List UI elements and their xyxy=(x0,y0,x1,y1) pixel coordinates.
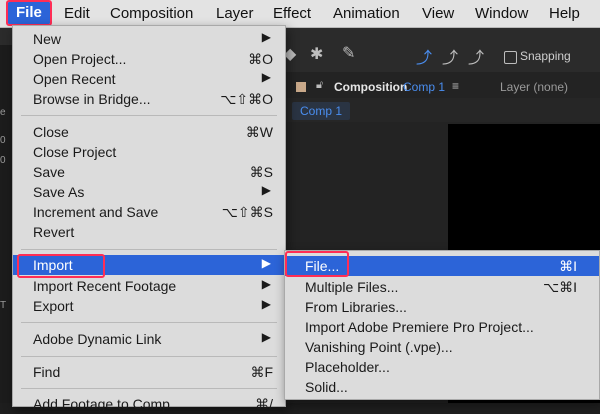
menu-item-shortcut: ⌘W xyxy=(245,124,273,140)
menu-item-find[interactable]: Find ⌘F xyxy=(13,362,285,382)
submenu-item-label: File... xyxy=(305,258,340,274)
menu-item-label: Save As xyxy=(33,184,85,200)
menu-separator xyxy=(21,249,277,250)
submenu-item-label: Vanishing Point (.vpe)... xyxy=(305,339,453,355)
submenu-arrow-icon: ▶ xyxy=(261,297,271,311)
menu-view[interactable]: View xyxy=(422,4,454,23)
menu-item-label: Import xyxy=(33,257,73,273)
menu-file[interactable]: File xyxy=(6,0,52,26)
menu-item-close-project[interactable]: Close Project xyxy=(13,142,285,162)
menu-window[interactable]: Window xyxy=(475,4,528,23)
menu-item-label: Close Project xyxy=(33,144,117,160)
menu-item-label: Browse in Bridge... xyxy=(33,91,151,107)
menu-item-shortcut: ⌥⇧⌘S xyxy=(221,204,273,220)
menu-separator xyxy=(21,115,277,116)
menu-item-open-recent[interactable]: Open Recent ▶ xyxy=(13,69,285,89)
menu-item-shortcut: ⌘O xyxy=(248,51,273,67)
menu-item-shortcut: ⌘F xyxy=(250,364,273,380)
menu-item-new[interactable]: New ▶ xyxy=(13,29,285,49)
layer-panel-tab[interactable]: Layer (none) xyxy=(500,80,568,94)
submenu-arrow-icon: ▶ xyxy=(261,30,271,44)
menu-item-save[interactable]: Save ⌘S xyxy=(13,162,285,182)
puppet-pin-icon[interactable]: ✱ xyxy=(310,44,323,64)
local-axis-icon[interactable]: ⤴ xyxy=(416,44,432,68)
submenu-item-label: Multiple Files... xyxy=(305,279,399,295)
menu-item-export[interactable]: Export ▶ xyxy=(13,296,285,316)
submenu-item-multiple-files[interactable]: Multiple Files... ⌥⌘I xyxy=(285,277,599,297)
submenu-arrow-icon: ▶ xyxy=(261,70,271,84)
file-menu: New ▶ Open Project... ⌘O Open Recent ▶ B… xyxy=(12,25,286,412)
menu-item-close[interactable]: Close ⌘W xyxy=(13,122,285,142)
menu-item-browse-in-bridge[interactable]: Browse in Bridge... ⌥⇧⌘O xyxy=(13,89,285,109)
menu-edit[interactable]: Edit xyxy=(64,4,90,23)
menu-item-label: Close xyxy=(33,124,69,140)
submenu-item-solid[interactable]: Solid... xyxy=(285,377,599,397)
menu-help[interactable]: Help xyxy=(549,4,580,23)
submenu-item-label: Solid... xyxy=(305,379,348,395)
menu-item-label: Find xyxy=(33,364,61,380)
panel-menu-icon[interactable]: ≡ xyxy=(452,79,459,93)
submenu-item-label: Import Adobe Premiere Pro Project... xyxy=(305,319,534,335)
menu-item-label: Import Recent Footage xyxy=(33,278,177,294)
composition-name: Comp 1 xyxy=(403,80,446,94)
menu-item-import[interactable]: Import ▶ xyxy=(13,255,285,275)
lock-icon[interactable]: 🔓︎ xyxy=(316,79,323,92)
submenu-item-shortcut: ⌘I xyxy=(559,258,577,274)
menu-item-shortcut: ⌥⇧⌘O xyxy=(220,91,273,107)
comp-tab[interactable]: Comp 1 xyxy=(292,102,351,120)
submenu-arrow-icon: ▶ xyxy=(261,330,271,344)
snapping-checkbox[interactable] xyxy=(504,51,517,64)
menu-item-add-footage-to-comp[interactable]: Add Footage to Comp ⌘/ xyxy=(13,394,285,414)
menu-composition[interactable]: Composition xyxy=(110,4,193,23)
submenu-arrow-icon: ▶ xyxy=(261,256,271,270)
snapping-label: Snapping xyxy=(520,49,571,63)
pin-icon[interactable]: ✎ xyxy=(342,43,355,63)
submenu-arrow-icon: ▶ xyxy=(261,183,271,197)
project-panel-edge: e 0 0 T xyxy=(0,45,12,403)
comp-color-swatch xyxy=(296,82,306,92)
submenu-item-placeholder[interactable]: Placeholder... xyxy=(285,357,599,377)
menu-item-label: New xyxy=(33,31,62,47)
menu-item-label: Export xyxy=(33,298,74,314)
menu-item-adobe-dynamic-link[interactable]: Adobe Dynamic Link ▶ xyxy=(13,329,285,349)
menu-separator xyxy=(21,356,277,357)
menu-item-shortcut: ⌘/ xyxy=(255,396,273,412)
submenu-item-vanishing-point[interactable]: Vanishing Point (.vpe)... xyxy=(285,337,599,357)
composition-panel-title: Composition xyxy=(334,80,408,94)
menu-item-import-recent-footage[interactable]: Import Recent Footage ▶ xyxy=(13,276,285,296)
menu-item-increment-and-save[interactable]: Increment and Save ⌥⇧⌘S xyxy=(13,202,285,222)
submenu-item-file[interactable]: File... ⌘I xyxy=(285,256,599,276)
menu-separator xyxy=(21,388,277,389)
submenu-item-import-premiere-project[interactable]: Import Adobe Premiere Pro Project... xyxy=(285,317,599,337)
submenu-item-label: Placeholder... xyxy=(305,359,390,375)
menu-item-shortcut: ⌘S xyxy=(249,164,273,180)
menu-effect[interactable]: Effect xyxy=(273,4,311,23)
menu-item-open-project[interactable]: Open Project... ⌘O xyxy=(13,49,285,69)
menu-separator xyxy=(21,322,277,323)
menu-layer[interactable]: Layer xyxy=(216,4,254,23)
submenu-item-label: From Libraries... xyxy=(305,299,407,315)
import-submenu: File... ⌘I Multiple Files... ⌥⌘I From Li… xyxy=(284,250,600,400)
menu-animation[interactable]: Animation xyxy=(333,4,400,23)
menubar: File Edit Composition Layer Effect Anima… xyxy=(0,0,600,28)
submenu-item-from-libraries[interactable]: From Libraries... xyxy=(285,297,599,317)
view-axis-icon[interactable]: ⤴ xyxy=(468,44,484,68)
menu-item-revert[interactable]: Revert xyxy=(13,222,285,242)
menu-item-label: Revert xyxy=(33,224,75,240)
menu-item-label: Open Project... xyxy=(33,51,127,67)
menu-item-save-as[interactable]: Save As ▶ xyxy=(13,182,285,202)
submenu-item-shortcut: ⌥⌘I xyxy=(542,279,577,295)
menu-item-label: Open Recent xyxy=(33,71,116,87)
menu-item-label: Save xyxy=(33,164,65,180)
submenu-arrow-icon: ▶ xyxy=(261,277,271,291)
world-axis-icon[interactable]: ⤴ xyxy=(442,44,458,68)
menu-item-label: Add Footage to Comp xyxy=(33,396,170,412)
menu-item-label: Adobe Dynamic Link xyxy=(33,331,162,347)
menu-item-label: Increment and Save xyxy=(33,204,159,220)
